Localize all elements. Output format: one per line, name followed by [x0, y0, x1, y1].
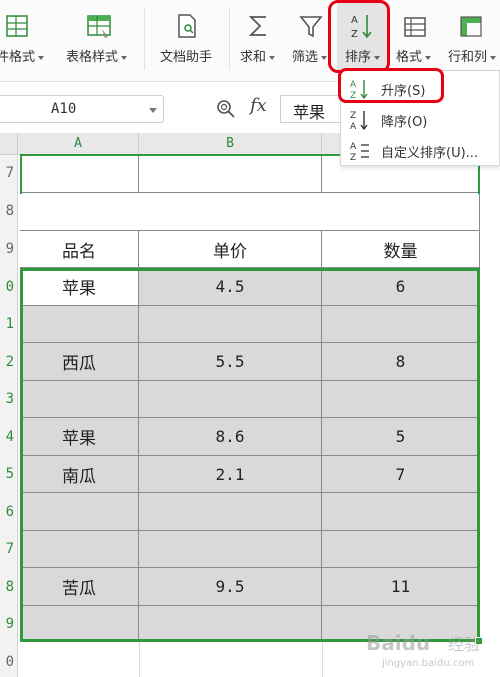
row-header[interactable]: 0 [0, 654, 14, 670]
gridline [322, 642, 323, 677]
selection-range [20, 268, 480, 642]
cell-reference: A10 [51, 101, 77, 117]
name-box[interactable]: A10 [0, 95, 164, 123]
row-header-strip [0, 155, 18, 677]
baidu-logo-icon: Baidu 经验 jingyan.baidu.com [366, 631, 480, 669]
row-header[interactable]: 4 [0, 429, 14, 445]
ribbon-divider [229, 8, 230, 70]
fx-icon[interactable]: fx [250, 95, 267, 116]
custom-sort-icon: A Z [350, 142, 369, 162]
selection-border [20, 154, 22, 194]
menu-item-custom-sort[interactable]: A Z 自定义排序(U)... [341, 135, 500, 165]
row-header[interactable]: 3 [0, 391, 14, 407]
doc-assistant-label: 文档助手 [160, 50, 213, 65]
row-header[interactable]: 6 [0, 504, 14, 520]
row-header[interactable]: 9 [0, 241, 14, 257]
header-cell-qty[interactable]: 数量 [322, 231, 480, 268]
doc-assistant-button[interactable]: 文档助手 [154, 0, 224, 82]
cell[interactable] [20, 193, 480, 231]
chevron-down-icon [38, 55, 45, 60]
sort-button-highlight [328, 0, 390, 73]
svg-text:Z: Z [350, 111, 356, 121]
baidu-jingyan-watermark: Baidu 经验 jingyan.baidu.com [362, 624, 498, 672]
format-icon [404, 17, 426, 37]
menu-item-sort-descending[interactable]: Z A 降序(O) [341, 104, 500, 134]
rows-cols-label: 行和列 [448, 50, 488, 65]
chevron-down-icon [321, 55, 328, 60]
chevron-down-icon[interactable] [149, 108, 157, 113]
column-header-a[interactable]: A [18, 133, 139, 155]
watermark-brand: Baidu [366, 631, 430, 655]
table-style-label: 表格样式 [66, 50, 119, 65]
chevron-down-icon [121, 55, 128, 60]
menu-item-label: 降序(O) [381, 115, 428, 130]
svg-text:A: A [350, 122, 357, 131]
table-style-icon [87, 15, 111, 38]
rows-cols-icon [460, 16, 482, 37]
filter-label: 筛选 [292, 50, 319, 65]
row-header[interactable]: 8 [0, 203, 14, 219]
ribbon-divider [144, 8, 145, 70]
row-header[interactable]: 9 [0, 616, 14, 632]
row-header[interactable]: 7 [0, 541, 14, 557]
row-header[interactable]: 5 [0, 466, 14, 482]
chevron-down-icon [425, 55, 432, 60]
filter-icon [299, 16, 323, 38]
doc-assistant-icon [178, 14, 196, 38]
table-style-button[interactable]: 表格样式 [64, 0, 140, 82]
row-header[interactable]: 7 [0, 165, 14, 181]
svg-text:A: A [350, 142, 357, 152]
row-header[interactable]: 1 [0, 316, 14, 332]
row-header[interactable]: 2 [0, 354, 14, 370]
conditional-format-label: 件格式 [0, 50, 36, 65]
watermark-sub: 经验 [448, 635, 480, 654]
cell[interactable] [139, 155, 322, 193]
conditional-format-icon [6, 15, 28, 37]
chevron-down-icon [269, 55, 276, 60]
formula-value: 苹果 [293, 103, 326, 122]
cell[interactable] [20, 155, 139, 193]
row-header[interactable]: 8 [0, 579, 14, 595]
select-all-corner[interactable] [0, 133, 18, 155]
sum-button[interactable]: 求和 [234, 0, 284, 82]
svg-text:Z: Z [350, 153, 356, 162]
sort-descending-icon: Z A [350, 111, 368, 131]
ascending-highlight [338, 68, 444, 103]
sum-label: 求和 [240, 50, 267, 65]
zoom-icon[interactable] [216, 99, 236, 119]
sum-icon [248, 16, 266, 36]
header-cell-price[interactable]: 单价 [139, 231, 322, 268]
menu-item-label: 自定义排序(U)... [381, 146, 479, 161]
conditional-format-button[interactable]: 件格式 [0, 0, 56, 82]
chevron-down-icon [490, 55, 497, 60]
column-header-b[interactable]: B [139, 133, 322, 155]
format-label: 格式 [396, 50, 423, 65]
gridline [139, 642, 140, 677]
header-cell-name[interactable]: 品名 [20, 231, 139, 268]
watermark-url: jingyan.baidu.com [381, 658, 474, 669]
row-header[interactable]: 0 [0, 279, 14, 295]
